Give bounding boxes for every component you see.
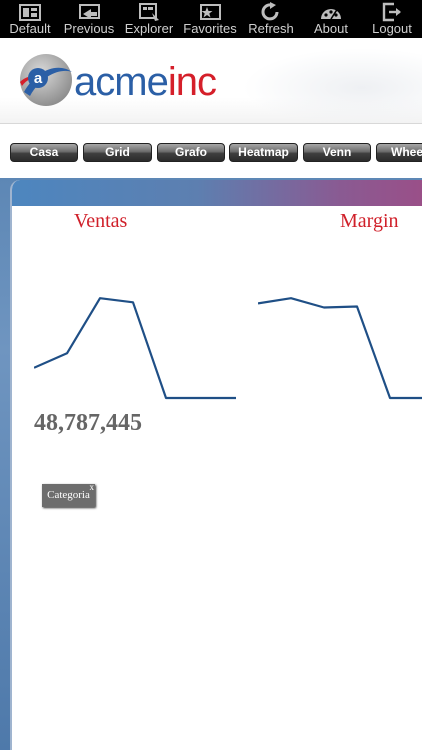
kpi-value-ventas: 48,787,445: [34, 410, 142, 436]
logo-letter: a: [34, 70, 43, 87]
logo-word-acme: acme: [74, 60, 169, 104]
toolbar-about-button[interactable]: About: [307, 0, 355, 38]
previous-icon: [79, 4, 100, 19]
logo-wordmark: acmeinc: [74, 60, 217, 104]
toolbar-explorer-label: Explorer: [124, 21, 174, 36]
tab-venn[interactable]: Venn: [303, 143, 371, 162]
toolbar-favorites-label: Favorites: [183, 21, 237, 36]
toolbar-explorer-button[interactable]: Explorer: [120, 0, 178, 38]
toolbar-logout-button[interactable]: Logout: [366, 0, 418, 38]
toolbar-refresh-button[interactable]: Refresh: [244, 0, 298, 38]
tab-heatmap[interactable]: Heatmap: [229, 143, 298, 162]
sparkline-ventas-line: [34, 297, 236, 400]
about-icon: [321, 7, 341, 20]
categoria-filter-label: Categoria: [47, 489, 90, 501]
toolbar-refresh-label: Refresh: [248, 21, 294, 36]
tab-grafo[interactable]: Grafo: [157, 143, 225, 162]
tab-grid[interactable]: Grid: [83, 143, 152, 162]
tab-bar: Casa Grid Grafo Heatmap Venn Wheel: [0, 143, 422, 163]
toolbar-favorites-button[interactable]: Favorites: [181, 0, 239, 38]
logo-word-inc: inc: [167, 60, 217, 104]
sparkline-margin-line: [258, 297, 422, 400]
toolbar-previous-button[interactable]: Previous: [60, 0, 118, 38]
logout-icon: [382, 2, 401, 22]
app-header: a acmeinc: [0, 38, 422, 124]
categoria-filter-chip[interactable]: Categoria x: [42, 482, 95, 507]
acmeinc-logo: a acmeinc: [18, 52, 238, 108]
kpi-title-ventas: Ventas: [74, 210, 128, 232]
refresh-icon: [261, 2, 279, 21]
toolbar-about-label: About: [314, 21, 348, 36]
header-background-decoration: [242, 48, 422, 123]
sparkline-ventas[interactable]: [34, 290, 236, 408]
kpi-title-margin: Margin: [340, 210, 399, 232]
toolbar-logout-label: Logout: [372, 21, 412, 36]
toolbar-previous-label: Previous: [63, 21, 115, 36]
sparkline-margin[interactable]: [258, 290, 422, 408]
dashboard-icon: [19, 4, 41, 21]
top-toolbar: Default Previous Explorer Favorites Refr…: [0, 0, 422, 38]
logo-mark-icon: a: [20, 54, 72, 106]
close-icon[interactable]: x: [90, 482, 95, 492]
tab-wheel[interactable]: Wheel: [376, 143, 422, 162]
dashboard-panel: Ventas 48,787,445 Margin Categoria x: [10, 180, 422, 750]
toolbar-default-label: Default: [9, 21, 51, 36]
tab-casa[interactable]: Casa: [10, 143, 78, 162]
favorites-icon: [200, 4, 221, 20]
toolbar-default-button[interactable]: Default: [3, 0, 57, 38]
explorer-icon: [139, 3, 159, 21]
panel-header-bar: [12, 180, 422, 206]
